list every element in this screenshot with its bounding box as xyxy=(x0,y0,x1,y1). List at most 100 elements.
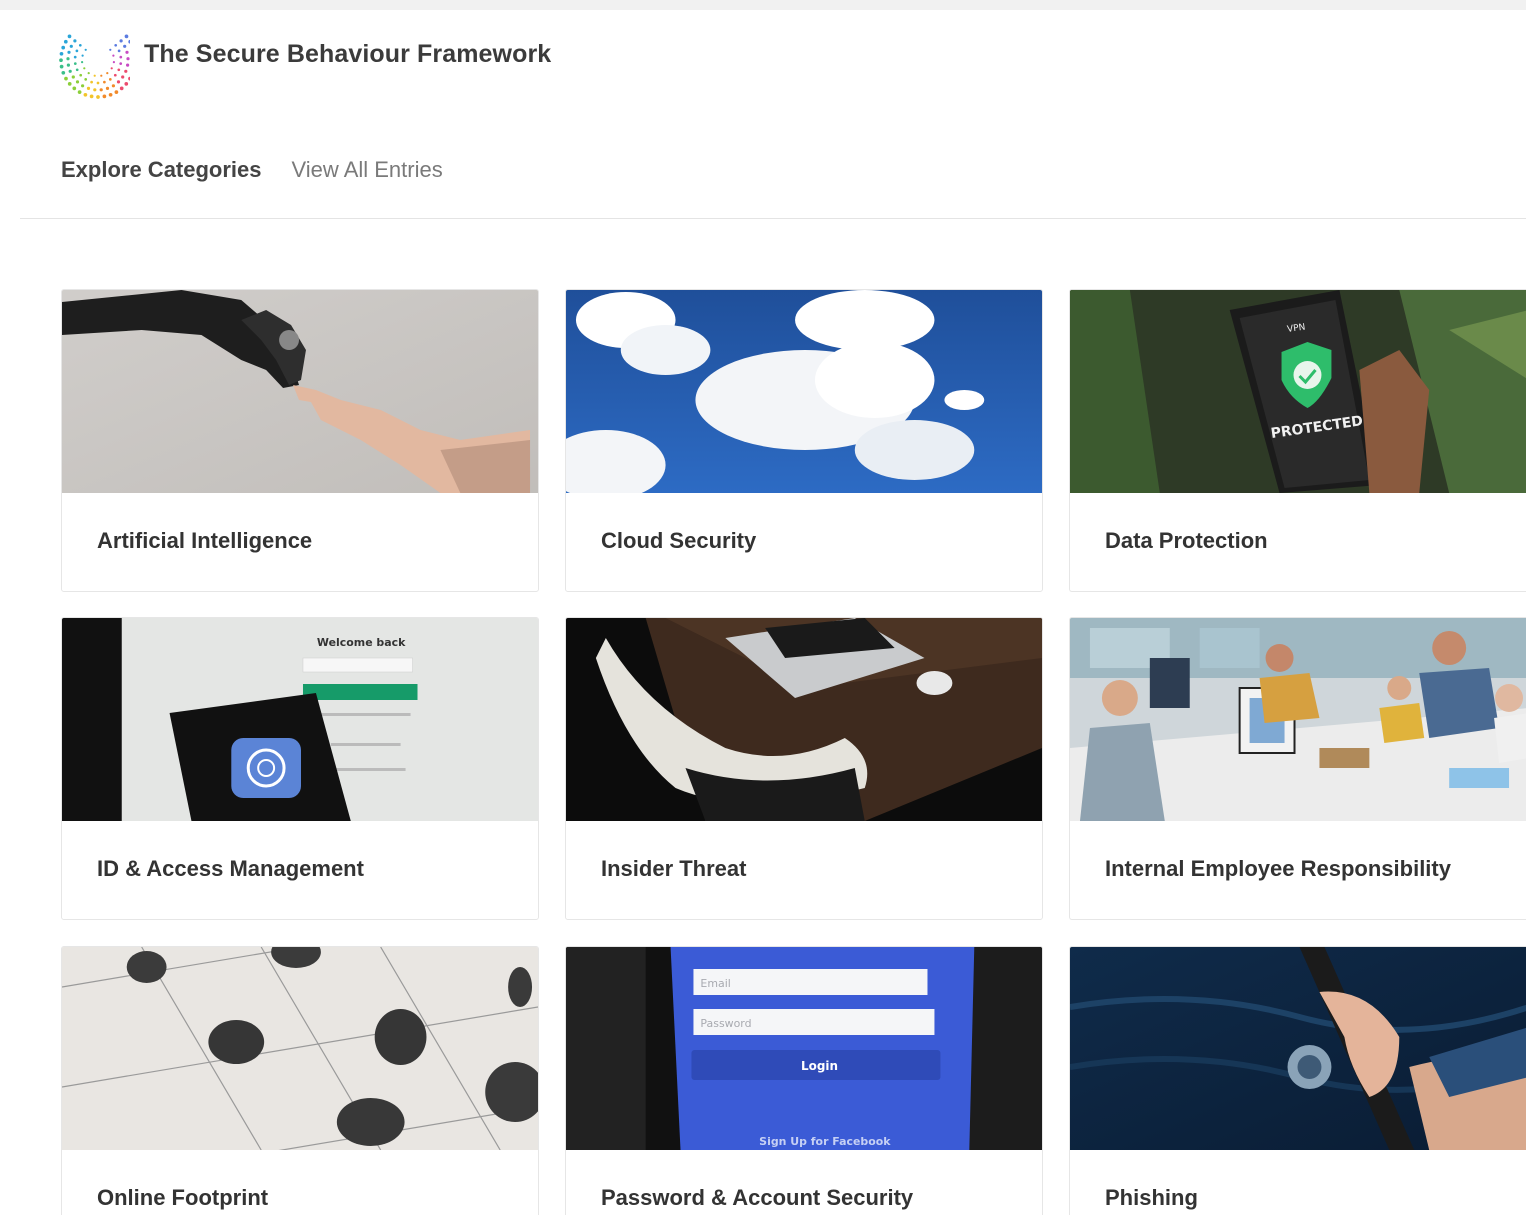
card-image-clouds xyxy=(566,290,1042,493)
logo-dot xyxy=(87,72,90,75)
category-card-artificial-intelligence[interactable]: Artificial Intelligence xyxy=(61,289,539,592)
logo-dot xyxy=(124,69,128,73)
logo-dot xyxy=(75,68,79,72)
category-card-data-protection[interactable]: VPN PROTECTED Data Protection xyxy=(1069,289,1526,592)
logo-dot xyxy=(79,73,83,77)
logo-dot xyxy=(77,90,82,94)
logo-dot xyxy=(110,67,113,70)
logo-dot xyxy=(119,86,124,91)
category-card-id-access-management[interactable]: Welcome back ID & Access Management xyxy=(61,617,539,920)
logo-dot xyxy=(112,54,115,57)
logo-dot xyxy=(66,63,70,67)
logo-dot xyxy=(112,61,115,64)
logo-dot xyxy=(81,61,84,64)
card-title: Cloud Security xyxy=(601,528,757,553)
main-nav: Explore Categories View All Entries xyxy=(61,157,443,183)
logo-dot xyxy=(117,49,121,53)
logo-dot xyxy=(126,57,130,61)
logo-dot xyxy=(75,80,80,84)
logo-dot xyxy=(99,88,103,92)
logo-dot xyxy=(108,92,113,97)
logo-dot xyxy=(119,55,123,59)
logo-dot xyxy=(68,69,72,73)
logo-dot xyxy=(84,78,88,81)
logo-dot xyxy=(121,75,125,79)
logo-dot xyxy=(73,62,77,65)
category-grid: Artificial Intelligence Cloud Security V… xyxy=(61,289,1526,1215)
logo-dot xyxy=(114,43,118,47)
email-placeholder-text: Email xyxy=(700,977,730,990)
logo-dot xyxy=(73,39,77,43)
logo-dot xyxy=(93,88,97,92)
logo-dot xyxy=(89,94,94,99)
logo-dot xyxy=(96,81,100,85)
logo-dot xyxy=(124,82,129,86)
logo-dot xyxy=(78,43,82,47)
logo-dot xyxy=(67,82,72,86)
logo-dot xyxy=(64,76,68,81)
logo-dot xyxy=(119,39,123,43)
logo-dot xyxy=(93,74,96,77)
logo-dot xyxy=(67,34,72,39)
site-title[interactable]: The Secure Behaviour Framework xyxy=(144,40,551,69)
logo-dot xyxy=(116,80,121,84)
logo-dot xyxy=(61,70,66,75)
logo-dot xyxy=(114,90,119,94)
logo-dot xyxy=(83,92,88,97)
login-text: Login xyxy=(801,1059,838,1073)
category-card-insider-threat[interactable]: Insider Threat xyxy=(565,617,1043,920)
logo-dot xyxy=(83,67,86,70)
logo-dot xyxy=(96,95,100,99)
logo-dot xyxy=(125,50,129,54)
logo-dot xyxy=(126,63,130,67)
card-image-chatgpt-login: Welcome back xyxy=(62,618,538,821)
logo-dot xyxy=(100,74,103,77)
nav-explore-categories[interactable]: Explore Categories xyxy=(61,157,262,183)
logo-dot xyxy=(59,58,63,63)
logo-dot xyxy=(106,72,109,75)
card-title: Internal Employee Responsibility xyxy=(1105,856,1451,881)
logo-dot xyxy=(72,86,77,91)
logo-dot xyxy=(73,55,77,59)
card-image-fishing-reel xyxy=(1070,947,1526,1150)
top-strip xyxy=(0,0,1526,10)
logo-dot xyxy=(81,54,84,57)
nav-view-all-entries[interactable]: View All Entries xyxy=(292,157,443,183)
logo-dot xyxy=(102,94,107,99)
logo-dot xyxy=(59,64,64,69)
logo-dot xyxy=(124,34,129,39)
logo-dot xyxy=(119,62,123,65)
category-card-cloud-security[interactable]: Cloud Security xyxy=(565,289,1043,592)
logo-dot xyxy=(59,51,64,56)
logo-dot xyxy=(84,48,87,51)
logo-dot xyxy=(117,68,121,72)
category-card-password-account-security[interactable]: Email Password Login Sign Up for Faceboo… xyxy=(565,946,1043,1215)
welcome-back-text: Welcome back xyxy=(317,636,406,649)
category-card-online-footprint[interactable]: Online Footprint xyxy=(61,946,539,1215)
category-card-phishing[interactable]: Phishing xyxy=(1069,946,1526,1215)
logo-dot xyxy=(113,73,117,77)
logo-dot xyxy=(67,50,71,54)
logo-dot xyxy=(111,84,115,88)
logo-dot xyxy=(63,39,68,44)
category-card-internal-employee-responsibility[interactable]: Internal Employee Responsibility xyxy=(1069,617,1526,920)
logo-dot xyxy=(105,86,110,90)
logo-dot xyxy=(71,75,75,79)
logo-dot xyxy=(86,86,91,90)
card-title: Phishing xyxy=(1105,1185,1198,1210)
card-image-desk-laptop xyxy=(566,618,1042,821)
logo-dot xyxy=(61,45,66,50)
card-image-facebook-login: Email Password Login Sign Up for Faceboo… xyxy=(566,947,1042,1150)
logo-dot xyxy=(128,76,132,81)
logo-dot xyxy=(90,80,93,84)
logo-dot xyxy=(128,39,133,44)
card-title: Online Footprint xyxy=(97,1185,269,1210)
card-image-fingerprints xyxy=(62,947,538,1150)
logo-dot xyxy=(66,57,70,61)
dotted-c-logo-icon[interactable] xyxy=(58,16,137,100)
logo-dot xyxy=(109,48,112,51)
logo-dot xyxy=(69,44,73,48)
card-title: Insider Threat xyxy=(601,856,747,881)
site-header: The Secure Behaviour Framework Explore C… xyxy=(20,10,1526,219)
logo-dot xyxy=(108,78,112,81)
